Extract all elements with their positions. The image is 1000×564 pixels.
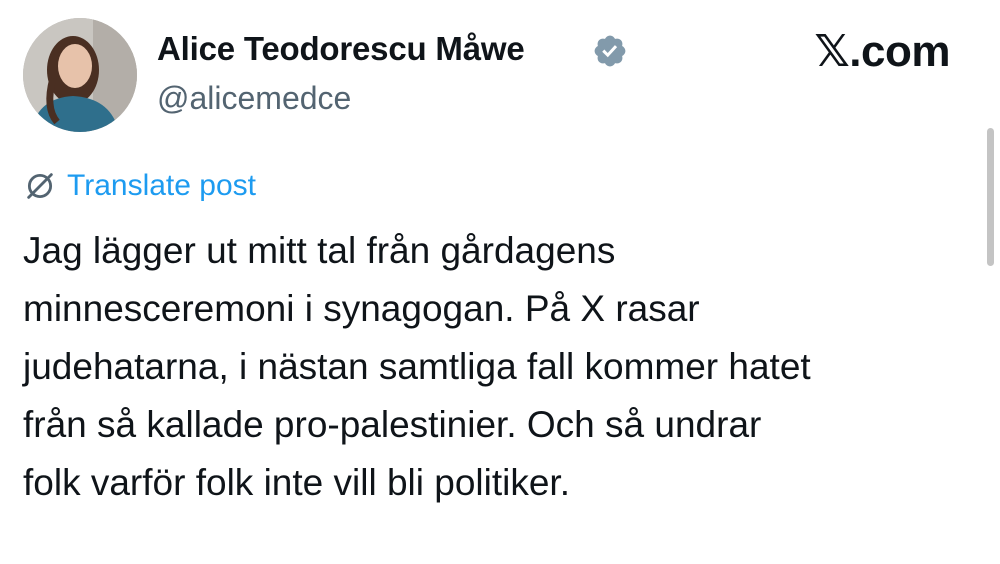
author-handle[interactable]: @alicemedce	[157, 80, 351, 117]
avatar-image	[23, 18, 137, 132]
globe-icon	[27, 173, 53, 199]
author-display-name[interactable]: Alice Teodorescu Måwe	[157, 30, 525, 68]
translate-post-link[interactable]: Translate post	[23, 168, 256, 204]
scrollbar[interactable]	[987, 128, 994, 266]
translate-post-label: Translate post	[67, 169, 256, 202]
tweet-card: Alice Teodorescu Måwe @alicemedce 𝕏.com …	[0, 0, 1000, 564]
post-text: Jag lägger ut mitt tal från gårdagens mi…	[23, 230, 811, 503]
site-logo: 𝕏.com	[814, 27, 950, 76]
verified-badge-icon[interactable]	[592, 33, 628, 69]
avatar[interactable]	[23, 18, 137, 132]
